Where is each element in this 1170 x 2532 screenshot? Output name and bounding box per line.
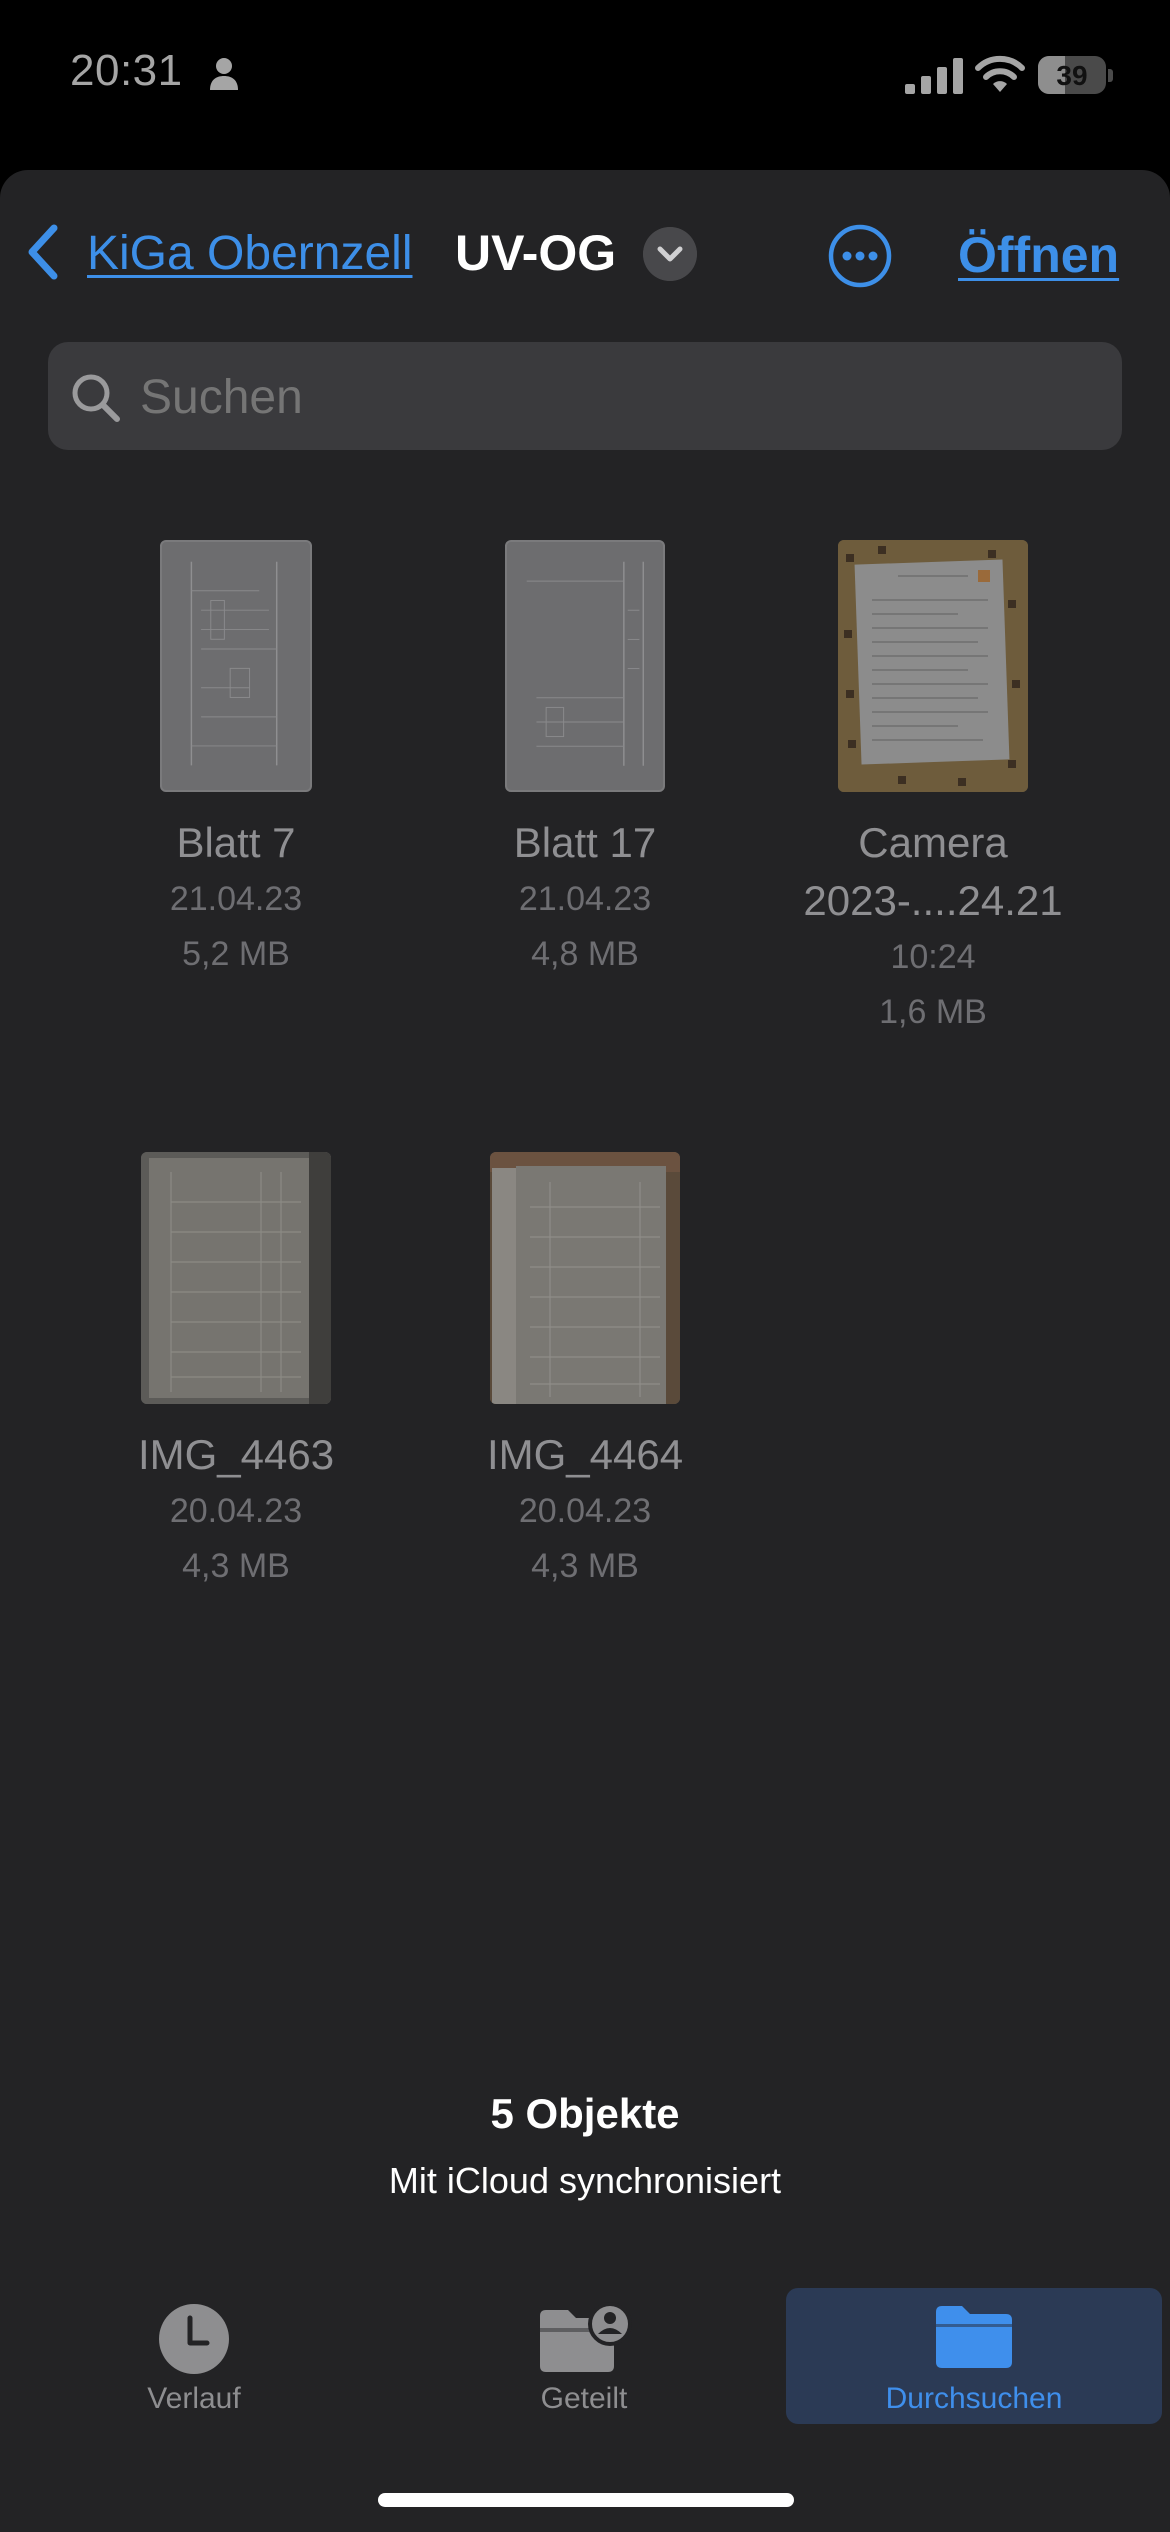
file-thumbnail [160, 540, 312, 792]
tab-verlauf[interactable]: Verlauf [6, 2288, 382, 2424]
tab-geteilt[interactable]: Geteilt [396, 2288, 772, 2424]
file-name-line1: Camera [858, 819, 1008, 866]
status-bar: 20:31 39 [0, 0, 1170, 150]
file-date: 20.04.23 [518, 1492, 652, 1530]
status-time: 20:31 [70, 46, 183, 95]
search-bar[interactable] [48, 342, 1122, 450]
tab-label: Verlauf [147, 2382, 241, 2415]
battery-indicator: 39 [1038, 56, 1114, 94]
more-options-icon[interactable] [828, 224, 892, 288]
file-date: 21.04.23 [518, 880, 652, 918]
navigation-bar: KiGa Obernzell UV-OG Öffnen [0, 170, 1170, 340]
person-icon [210, 58, 238, 90]
home-indicator[interactable] [378, 2493, 794, 2507]
file-size: 4,3 MB [182, 1547, 290, 1585]
file-item[interactable]: Blatt 7 21.04.23 5,2 MB [56, 540, 416, 982]
shared-folder-icon [540, 2302, 632, 2372]
file-thumbnail [141, 1152, 331, 1404]
file-item[interactable]: IMG_4463 20.04.23 4,3 MB [56, 1152, 416, 1594]
chevron-down-icon[interactable] [643, 227, 697, 281]
folder-icon [936, 2306, 1012, 2368]
cellular-signal-icon [905, 58, 963, 94]
file-size: 4,3 MB [531, 1547, 639, 1585]
file-name: Camera 2023-....24.21 [753, 814, 1113, 930]
clock-icon [159, 2304, 229, 2374]
file-date: 10:24 [890, 938, 976, 976]
file-item[interactable]: Camera 2023-....24.21 10:24 1,6 MB [753, 540, 1113, 1040]
wifi-icon [975, 55, 1025, 92]
file-name: Blatt 17 [513, 819, 657, 866]
search-input[interactable] [140, 370, 1040, 425]
chevron-left-icon[interactable] [24, 222, 64, 282]
file-item[interactable]: IMG_4464 20.04.23 4,3 MB [405, 1152, 765, 1594]
battery-percent: 39 [1056, 60, 1088, 91]
tab-durchsuchen[interactable]: Durchsuchen [786, 2288, 1162, 2424]
file-size: 5,2 MB [182, 935, 290, 973]
file-name: Blatt 7 [176, 819, 296, 866]
files-sheet: KiGa Obernzell UV-OG Öffnen Suchen Blatt… [0, 170, 1170, 2532]
back-button[interactable]: KiGa Obernzell [87, 226, 412, 281]
file-thumbnail [838, 540, 1028, 792]
folder-title: UV-OG [455, 225, 617, 281]
sync-status: Mit iCloud synchronisiert [388, 2160, 782, 2201]
tab-label: Geteilt [540, 2382, 628, 2415]
file-size: 4,8 MB [531, 935, 639, 973]
object-count: 5 Objekte [490, 2090, 680, 2137]
file-item[interactable]: Blatt 17 21.04.23 4,8 MB [405, 540, 765, 982]
file-thumbnail [505, 540, 665, 792]
file-thumbnail [490, 1152, 680, 1404]
tab-label: Durchsuchen [885, 2382, 1063, 2415]
search-icon [72, 374, 120, 422]
file-date: 21.04.23 [169, 880, 303, 918]
file-name-line2: 2023-....24.21 [803, 877, 1063, 924]
file-date: 20.04.23 [169, 1492, 303, 1530]
file-name: IMG_4463 [137, 1431, 335, 1478]
open-button[interactable]: Öffnen [958, 226, 1119, 284]
file-size: 1,6 MB [879, 993, 987, 1031]
file-name: IMG_4464 [486, 1431, 684, 1478]
